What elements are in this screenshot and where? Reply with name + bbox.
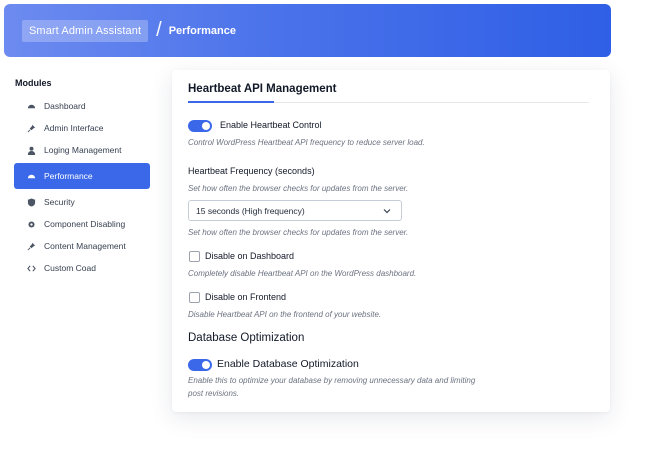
sidebar-item-label: Content Management: [44, 241, 126, 251]
db-optimization-help-line1: Enable this to optimize your database by…: [188, 376, 476, 385]
settings-card: Heartbeat API Management Enable Heartbea…: [172, 70, 610, 412]
page-title: Heartbeat API Management: [188, 83, 337, 95]
pin-icon: [26, 123, 36, 133]
enable-heartbeat-help: Control WordPress Heartbeat API frequenc…: [188, 138, 425, 147]
breadcrumb-separator: /: [156, 19, 162, 41]
sidebar-item-loging-management[interactable]: Loging Management: [14, 139, 150, 161]
sidebar-title: Modules: [15, 78, 52, 88]
sidebar-item-custom-coad[interactable]: Custom Coad: [14, 257, 150, 279]
gear-icon: [26, 219, 36, 229]
frequency-help-top: Set how often the browser checks for upd…: [188, 184, 409, 193]
disable-frontend-checkbox[interactable]: [189, 292, 200, 303]
sidebar-item-label: Security: [44, 197, 75, 207]
database-section-title: Database Optimization: [188, 332, 305, 344]
disable-frontend-label: Disable on Frontend: [205, 292, 287, 302]
sidebar-item-dashboard[interactable]: Dashboard: [14, 95, 150, 117]
pin-icon: [26, 241, 36, 251]
disable-frontend-help: Disable Heartbeat API on the frontend of…: [188, 310, 382, 319]
user-icon: [26, 145, 36, 155]
frequency-label: Heartbeat Frequency (seconds): [188, 166, 315, 176]
sidebar-item-admin-interface[interactable]: Admin Interface: [14, 117, 150, 139]
frequency-help-bottom: Set how often the browser checks for upd…: [188, 228, 409, 237]
code-icon: [26, 263, 36, 273]
frequency-select[interactable]: 15 seconds (High frequency): [188, 200, 402, 221]
breadcrumb-app-name[interactable]: Smart Admin Assistant: [22, 19, 149, 42]
disable-dashboard-label: Disable on Dashboard: [205, 251, 295, 261]
enable-heartbeat-label: Enable Heartbeat Control: [220, 120, 322, 130]
title-underline: [188, 101, 274, 103]
sidebar: Modules Dashboard Admin Interface Loging…: [14, 78, 150, 279]
sidebar-item-performance[interactable]: Performance: [14, 163, 150, 189]
sidebar-item-label: Component Disabling: [44, 219, 126, 229]
gauge-icon: [26, 101, 36, 111]
sidebar-item-label: Performance: [44, 171, 93, 181]
shield-icon: [26, 197, 36, 207]
sidebar-item-component-disabling[interactable]: Component Disabling: [14, 213, 150, 235]
disable-dashboard-help: Completely disable Heartbeat API on the …: [188, 269, 417, 278]
frequency-selected-value: 15 seconds (High frequency): [196, 205, 305, 216]
chevron-down-icon: [383, 209, 391, 214]
sidebar-item-label: Custom Coad: [44, 263, 96, 273]
sidebar-item-label: Loging Management: [44, 145, 122, 155]
top-header: Smart Admin Assistant / Performance: [4, 4, 611, 57]
enable-db-optimization-label: Enable Database Optimization: [217, 358, 359, 370]
disable-dashboard-checkbox[interactable]: [189, 251, 200, 262]
sidebar-item-label: Dashboard: [44, 101, 86, 111]
db-optimization-help-line2: post revisions.: [188, 389, 240, 398]
enable-db-optimization-toggle[interactable]: [188, 359, 212, 371]
sidebar-item-label: Admin Interface: [44, 123, 104, 133]
enable-heartbeat-toggle[interactable]: [188, 120, 212, 132]
gauge-icon: [26, 171, 36, 181]
breadcrumb-current-page: Performance: [168, 24, 236, 37]
sidebar-item-content-management[interactable]: Content Management: [14, 235, 150, 257]
sidebar-item-security[interactable]: Security: [14, 191, 150, 213]
